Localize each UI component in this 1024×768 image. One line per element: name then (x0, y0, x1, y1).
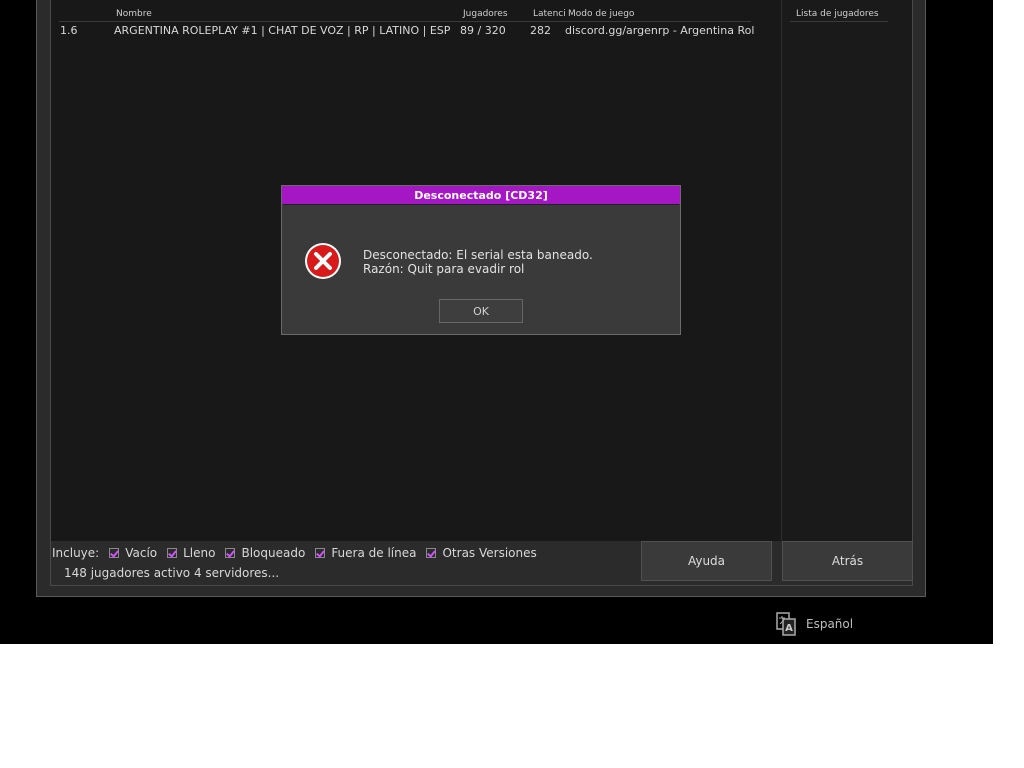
status-text: 148 jugadores activo 4 servidores... (64, 566, 280, 580)
ok-button[interactable]: OK (439, 299, 523, 323)
svg-text:A: A (785, 623, 793, 634)
language-label: Español (806, 617, 854, 631)
column-header-latency[interactable]: Latenci (533, 9, 566, 19)
filter-other-versions-label: Otras Versiones (442, 546, 537, 560)
filter-empty[interactable]: Vacío (109, 546, 157, 560)
filter-locked-label: Bloqueado (241, 546, 306, 560)
dialog-message-line2: Razón: Quit para evadir rol (363, 262, 525, 276)
filter-locked[interactable]: Bloqueado (225, 546, 305, 560)
filter-label: Incluye: (52, 546, 100, 560)
column-header-gamemode[interactable]: Modo de juego (568, 9, 634, 19)
server-latency: 282 (530, 24, 551, 37)
filter-other-versions[interactable]: Otras Versiones (426, 546, 537, 560)
filter-empty-label: Vacío (125, 546, 158, 560)
server-version: 1.6 (60, 24, 78, 37)
header-divider (59, 21, 751, 22)
filter-offline[interactable]: Fuera de línea (315, 546, 416, 560)
server-gamemode: discord.gg/argenrp - Argentina Rol (565, 24, 755, 37)
dialog-message-line1: Desconectado: El serial esta baneado. (363, 248, 593, 262)
back-button[interactable]: Atrás (782, 541, 913, 581)
checkbox-locked[interactable] (225, 548, 236, 558)
filter-full-label: Lleno (183, 546, 216, 560)
language-icon: A (776, 612, 796, 636)
column-header-name[interactable]: Nombre (116, 9, 152, 19)
player-list-header: Lista de jugadores (796, 9, 879, 19)
server-players: 89 / 320 (460, 24, 506, 37)
filter-bar: Incluye: Vacío Lleno Bloqueado Fuera de … (52, 545, 537, 561)
filter-full[interactable]: Lleno (167, 546, 215, 560)
checkbox-full[interactable] (167, 548, 178, 558)
checkbox-offline[interactable] (315, 548, 326, 558)
error-icon (305, 243, 341, 279)
server-name: ARGENTINA ROLEPLAY #1 | CHAT DE VOZ | RP… (114, 24, 451, 37)
disconnect-dialog: Desconectado [CD32] Desconectado: El ser… (281, 185, 681, 335)
dialog-title[interactable]: Desconectado [CD32] (282, 186, 680, 204)
column-header-players[interactable]: Jugadores (463, 9, 508, 19)
checkbox-empty[interactable] (109, 548, 120, 558)
help-button[interactable]: Ayuda (641, 541, 772, 581)
filter-offline-label: Fuera de línea (331, 546, 417, 560)
player-list-panel[interactable]: Lista de jugadores (781, 0, 912, 541)
dialog-message: Desconectado: El serial esta baneado. Ra… (363, 248, 593, 276)
language-selector[interactable]: A Español (776, 612, 853, 636)
player-list-divider (790, 21, 888, 22)
checkbox-other-versions[interactable] (426, 548, 437, 558)
